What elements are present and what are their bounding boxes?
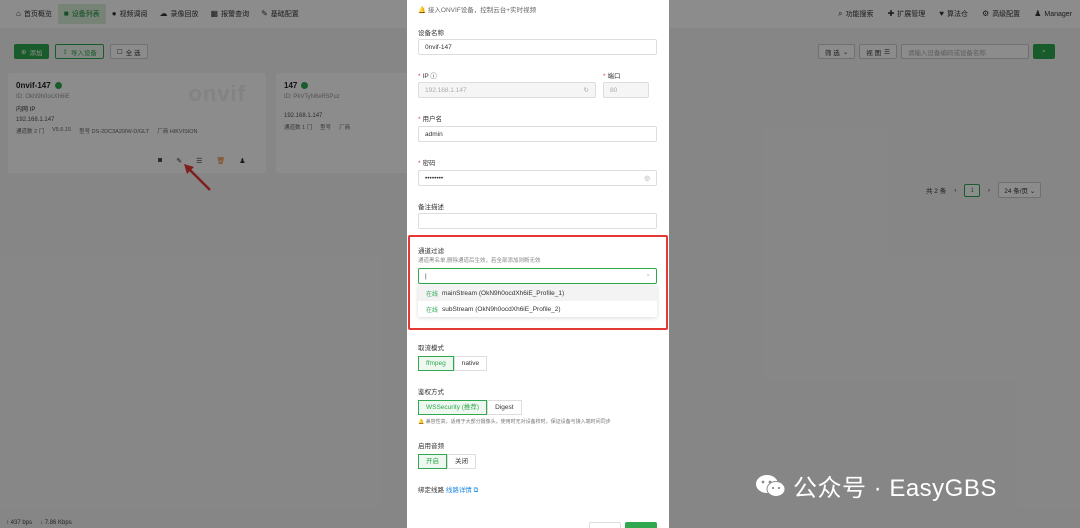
auth-note: 🔔 兼容性高，适用于大部分摄像头，使用时无对设备校时，保证设备与接入端时间同步 [418,419,611,425]
password-input[interactable]: •••••••• ◎ [418,170,657,186]
username-label: * 用户名 [418,116,443,123]
line-details-link[interactable]: 线路详情 ⧉ [446,487,478,494]
highlight-box [408,235,668,330]
bind-line-label: 绑定线路 线路详情 ⧉ [418,487,479,494]
remark-label: 备注描述 [418,204,444,211]
auth-digest[interactable]: Digest [487,400,522,415]
remark-input[interactable] [418,213,657,229]
info-icon: ⓘ [430,73,437,80]
watermark: 公众号 · EasyGBS [755,468,997,503]
auth-label: 鉴权方式 [418,389,444,396]
audio-segment: 开启 关闭 [418,454,476,469]
username-input[interactable]: admin [418,126,657,142]
device-name-label: 设备名称 [418,30,444,37]
auth-wssecurity[interactable]: WSSecurity (推荐) [418,400,488,415]
wechat-icon [756,474,786,497]
port-input[interactable]: 80 [603,82,649,98]
auth-segment: WSSecurity (推荐) Digest [418,400,522,415]
pull-mode-segment: ffmpeg native [418,356,488,371]
audio-off[interactable]: 关闭 [447,454,476,469]
ip-label: * IP ⓘ [418,73,437,80]
pull-mode-label: 取流模式 [418,345,444,352]
modal-hint: 🔔 接入ONVIF设备，控制云台+实时视频 [418,7,537,14]
audio-label: 启用音频 [418,443,444,450]
refresh-icon[interactable]: ↻ [584,86,589,94]
port-label: * 端口 [603,73,621,80]
device-name-input[interactable]: 0nvif-147 [418,39,657,55]
audio-on[interactable]: 开启 [418,454,447,469]
confirm-button[interactable] [625,522,657,528]
pull-mode-native[interactable]: native [453,356,488,371]
password-label: * 密码 [418,160,436,167]
ip-input[interactable]: 192.168.1.147 ↻ [418,82,596,98]
eye-off-icon[interactable]: ◎ [644,174,650,182]
cancel-button[interactable] [589,522,621,528]
pull-mode-ffmpeg[interactable]: ffmpeg [418,356,454,371]
